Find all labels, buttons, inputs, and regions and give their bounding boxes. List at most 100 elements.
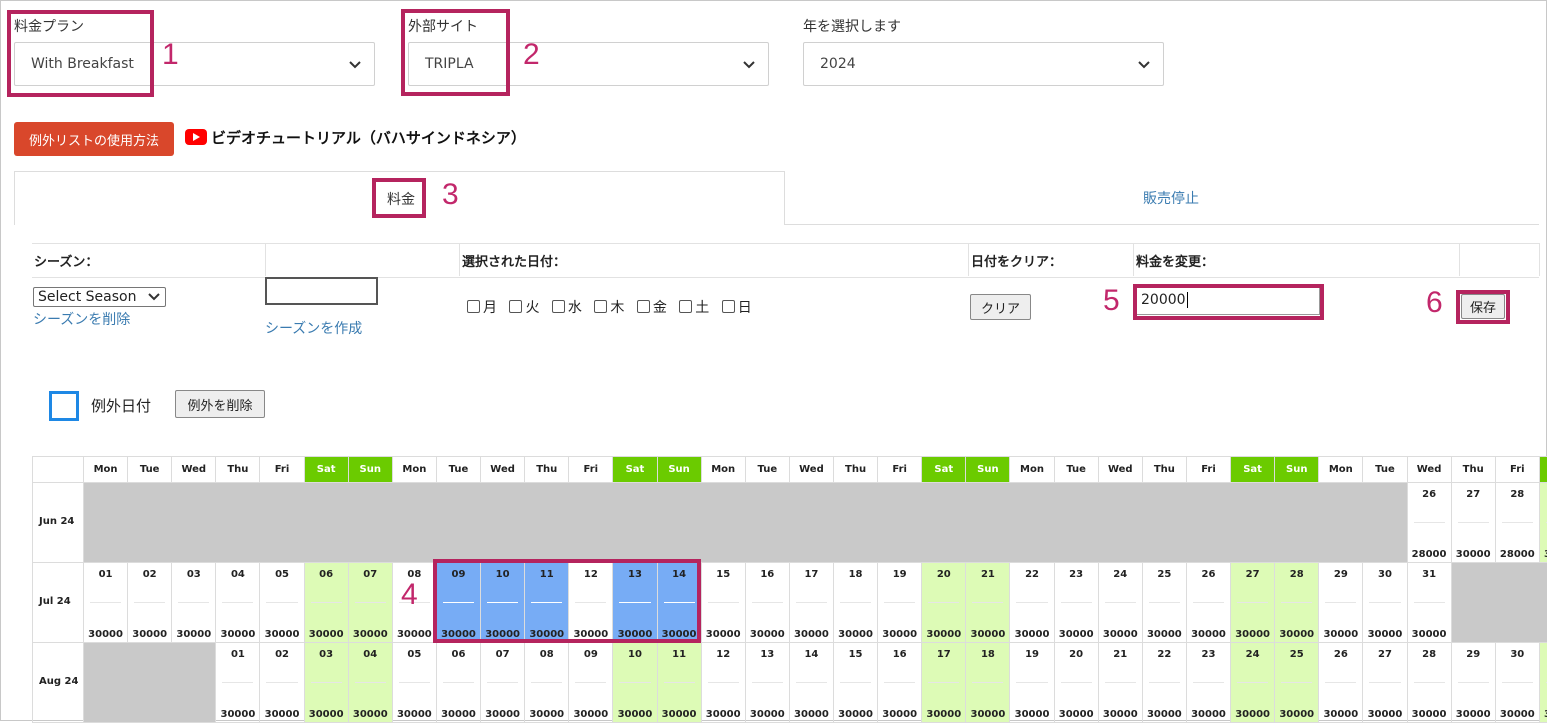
- day-cell[interactable]: 03 30000: [172, 563, 217, 643]
- day-cell[interactable]: 30 30000: [1363, 563, 1408, 643]
- day-cell[interactable]: 26 30000: [1186, 563, 1232, 643]
- day-cell[interactable]: 10 30000: [613, 643, 658, 723]
- day-cell[interactable]: 11 30000: [657, 643, 702, 723]
- day-cell[interactable]: 01 30000: [216, 643, 261, 723]
- day-number: 23: [1069, 569, 1084, 580]
- day-cell[interactable]: 29 30000: [1319, 563, 1364, 643]
- day-price: 30000: [1323, 629, 1359, 640]
- day-cell[interactable]: 19 30000: [1010, 643, 1055, 723]
- day-cell[interactable]: 15 30000: [701, 563, 746, 643]
- day-cell[interactable]: 23 30000: [1054, 563, 1099, 643]
- day-separator: [310, 602, 342, 603]
- checkbox-sun[interactable]: [721, 300, 735, 313]
- day-cell[interactable]: 18 30000: [834, 563, 879, 643]
- checkbox-tue[interactable]: [509, 300, 523, 313]
- day-price: 30000: [926, 709, 962, 720]
- day-cell[interactable]: 30 30000: [1495, 643, 1540, 723]
- day-cell[interactable]: 05 30000: [392, 643, 437, 723]
- day-cell[interactable]: 04 30000: [348, 643, 393, 723]
- day-cell[interactable]: 28 30000: [1275, 563, 1320, 643]
- day-cell[interactable]: 26 28000: [1407, 483, 1452, 563]
- day-cell[interactable]: 12 30000: [701, 643, 746, 723]
- day-cell[interactable]: 13 30000: [745, 643, 790, 723]
- day-price: 30000: [264, 709, 300, 720]
- day-number: 27: [1378, 649, 1392, 660]
- day-cell[interactable]: 17 30000: [922, 643, 967, 723]
- weekday-header: Sat: [304, 456, 349, 483]
- day-number: 26: [1201, 569, 1216, 580]
- day-cell[interactable]: 21 30000: [1098, 643, 1143, 723]
- year-select[interactable]: 2024: [803, 42, 1164, 86]
- day-number: 02: [142, 569, 157, 580]
- day-number: 09: [583, 649, 598, 660]
- annotation-box-2: [401, 9, 510, 96]
- annotation-number: 3: [442, 178, 459, 211]
- day-price: 30000: [970, 709, 1006, 720]
- day-separator: [751, 602, 783, 603]
- season-select[interactable]: Select Season: [33, 287, 166, 307]
- day-cell[interactable]: 02 30000: [128, 563, 173, 643]
- day-cell[interactable]: 27 30000: [1231, 563, 1276, 643]
- checkbox-mon[interactable]: [467, 300, 480, 313]
- day-cell[interactable]: 07 30000: [348, 563, 393, 643]
- day-cell[interactable]: 06 30000: [436, 643, 482, 723]
- create-season-link[interactable]: シーズンを作成: [265, 318, 362, 338]
- checkbox-wed[interactable]: [551, 300, 565, 313]
- video-tutorial-link[interactable]: ビデオチュートリアル（バハサインドネシア）: [211, 127, 526, 148]
- day-cell[interactable]: 05 30000: [260, 563, 305, 643]
- day-cell[interactable]: 24 30000: [1098, 563, 1143, 643]
- day-cell[interactable]: 25 30000: [1275, 643, 1320, 723]
- day-cell[interactable]: 03 30000: [304, 643, 349, 723]
- day-cell[interactable]: 02 30000: [260, 643, 305, 723]
- day-cell[interactable]: 26 30000: [1319, 643, 1364, 723]
- exception-label: 例外日付: [91, 397, 152, 415]
- day-cell[interactable]: 23 30000: [1186, 643, 1232, 723]
- day-cell[interactable]: 25 30000: [1142, 563, 1187, 643]
- checkbox-thu[interactable]: [594, 300, 608, 313]
- day-number: 04: [363, 649, 378, 660]
- day-cell[interactable]: 21 30000: [966, 563, 1011, 643]
- day-cell[interactable]: 20 30000: [922, 563, 967, 643]
- day-cell[interactable]: 24 30000: [1231, 643, 1276, 723]
- day-cell[interactable]: 18 30000: [966, 643, 1011, 723]
- day-cell[interactable]: 22 30000: [1010, 563, 1055, 643]
- day-cell[interactable]: 14 30000: [789, 643, 834, 723]
- weekday-header: Thu: [1451, 456, 1496, 483]
- delete-exception-button[interactable]: 例外を削除: [175, 390, 265, 418]
- day-cell[interactable]: 28 30000: [1407, 643, 1452, 723]
- day-cell[interactable]: 06 30000: [304, 563, 349, 643]
- checkbox-sat[interactable]: [679, 300, 693, 313]
- day-cell[interactable]: 29 30000: [1539, 483, 1547, 563]
- day-cell[interactable]: 31 30000: [1407, 563, 1452, 643]
- day-cell[interactable]: 16 30000: [745, 563, 790, 643]
- day-cell[interactable]: 28 28000: [1495, 483, 1540, 563]
- checkbox-fri[interactable]: [636, 300, 650, 313]
- day-cell[interactable]: 04 30000: [216, 563, 261, 643]
- delete-season-link[interactable]: シーズンを削除: [33, 309, 130, 329]
- day-cell[interactable]: 22 30000: [1142, 643, 1187, 723]
- day-cell[interactable]: 16 30000: [878, 643, 923, 723]
- day-cell[interactable]: 15 30000: [834, 643, 879, 723]
- day-price: 30000: [1540, 709, 1547, 720]
- day-number: 19: [892, 569, 907, 580]
- how-to-use-exception-button[interactable]: 例外リストの使用方法: [14, 122, 174, 156]
- day-cell[interactable]: 01 30000: [84, 563, 129, 643]
- day-cell[interactable]: 17 30000: [789, 563, 834, 643]
- clear-button[interactable]: クリア: [970, 294, 1031, 320]
- season-name-input[interactable]: [265, 277, 378, 305]
- day-cell[interactable]: 09 30000: [569, 643, 614, 723]
- day-number: 16: [760, 569, 775, 580]
- tab-stop-sale[interactable]: 販売停止: [785, 171, 1539, 225]
- day-cell[interactable]: 27 30000: [1363, 643, 1408, 723]
- day-cell[interactable]: 31 30000: [1539, 643, 1547, 723]
- weekday-header: Thu: [1142, 456, 1187, 483]
- day-cell[interactable]: 20 30000: [1054, 643, 1099, 723]
- day-cell[interactable]: 07 30000: [481, 643, 526, 723]
- day-price: 30000: [220, 629, 256, 640]
- day-cell[interactable]: 19 30000: [878, 563, 923, 643]
- day-cell[interactable]: 29 30000: [1451, 643, 1496, 723]
- day-cell[interactable]: 08 30000: [525, 643, 570, 723]
- day-separator: [310, 682, 342, 683]
- day-price: 30000: [661, 709, 697, 720]
- day-cell[interactable]: 27 30000: [1451, 483, 1496, 563]
